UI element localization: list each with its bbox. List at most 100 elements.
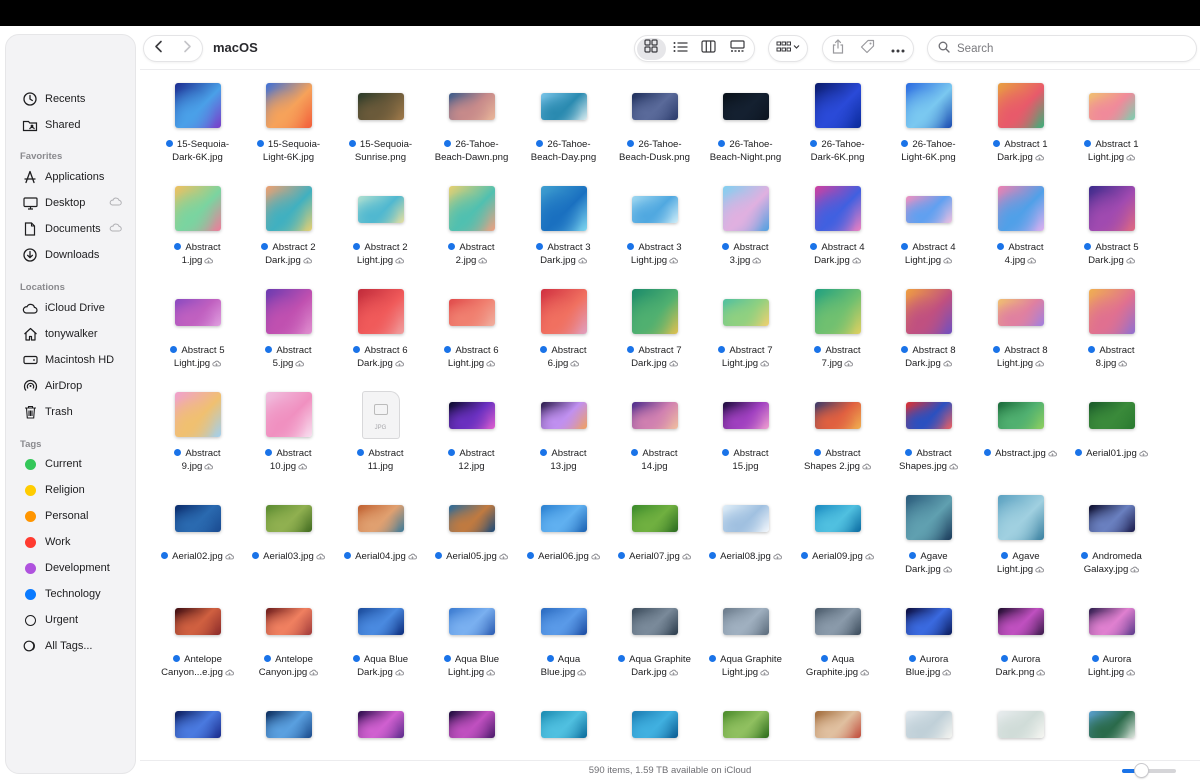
file-item[interactable]: Abstract 1.jpg: [152, 181, 243, 284]
sidebar-item-shared[interactable]: Shared: [22, 115, 136, 135]
file-item[interactable]: Andromeda Galaxy.jpg: [1066, 490, 1157, 593]
file-item[interactable]: [792, 696, 883, 758]
file-item[interactable]: Aurora Blue.jpg: [883, 593, 974, 696]
sidebar-item-desktop[interactable]: Desktop: [22, 193, 136, 213]
file-item[interactable]: 26-Tahoe- Beach-Day.png: [518, 78, 609, 181]
file-item[interactable]: Abstract 14.jpg: [609, 387, 700, 490]
back-button[interactable]: [144, 35, 173, 62]
file-item[interactable]: Aerial01.jpg: [1066, 387, 1157, 490]
search-field[interactable]: [927, 35, 1197, 62]
file-item[interactable]: Aerial05.jpg: [426, 490, 517, 593]
file-item[interactable]: Abstract 3.jpg: [700, 181, 791, 284]
tag-current[interactable]: Current: [22, 454, 136, 474]
file-item[interactable]: Abstract 2 Light.jpg: [335, 181, 426, 284]
file-item[interactable]: 26-Tahoe- Light-6K.png: [883, 78, 974, 181]
sidebar-item-downloads[interactable]: Downloads: [22, 245, 136, 265]
file-item[interactable]: Aerial09.jpg: [792, 490, 883, 593]
group-by-button[interactable]: [768, 35, 808, 62]
sidebar-item-icloud-drive[interactable]: iCloud Drive: [22, 298, 136, 318]
icon-view-button[interactable]: [637, 37, 666, 60]
list-view-button[interactable]: [666, 38, 695, 60]
share-button[interactable]: [832, 38, 844, 59]
file-item[interactable]: Aurora Light.jpg: [1066, 593, 1157, 696]
file-item[interactable]: Abstract Shapes.jpg: [883, 387, 974, 490]
file-item[interactable]: [883, 696, 974, 758]
file-item[interactable]: [518, 696, 609, 758]
file-item[interactable]: [975, 696, 1066, 758]
sidebar-item-applications[interactable]: Applications: [22, 167, 136, 187]
tag-button[interactable]: [860, 39, 875, 59]
sidebar-item-recents[interactable]: Recents: [22, 89, 136, 109]
file-item[interactable]: 26-Tahoe- Beach-Dusk.png: [609, 78, 700, 181]
sidebar-item-macintosh-hd[interactable]: Macintosh HD: [22, 350, 136, 370]
tag-technology[interactable]: Technology: [22, 584, 136, 604]
file-item[interactable]: [700, 696, 791, 758]
sidebar-item-airdrop[interactable]: AirDrop: [22, 376, 136, 396]
sidebar-item-home[interactable]: tonywalker: [22, 324, 136, 344]
file-item[interactable]: 26-Tahoe- Beach-Dawn.png: [426, 78, 517, 181]
file-item[interactable]: [243, 696, 334, 758]
file-item[interactable]: Aqua Blue.jpg: [518, 593, 609, 696]
file-item[interactable]: [609, 696, 700, 758]
tag-personal[interactable]: Personal: [22, 506, 136, 526]
column-view-button[interactable]: [695, 38, 724, 60]
file-item[interactable]: Aurora Dark.png: [975, 593, 1066, 696]
file-item[interactable]: Abstract 3 Light.jpg: [609, 181, 700, 284]
tag-development[interactable]: Development: [22, 558, 136, 578]
file-item[interactable]: Abstract 8 Dark.jpg: [883, 284, 974, 387]
file-item[interactable]: Abstract 1 Dark.jpg: [975, 78, 1066, 181]
file-item[interactable]: Aerial04.jpg: [335, 490, 426, 593]
file-item[interactable]: Abstract 5 Dark.jpg: [1066, 181, 1157, 284]
file-item[interactable]: Aerial07.jpg: [609, 490, 700, 593]
icon-size-slider[interactable]: [1122, 764, 1176, 777]
file-item[interactable]: Abstract 5 Light.jpg: [152, 284, 243, 387]
forward-button[interactable]: [173, 35, 202, 62]
file-item[interactable]: Abstract 6 Dark.jpg: [335, 284, 426, 387]
file-item[interactable]: Agave Dark.jpg: [883, 490, 974, 593]
file-item[interactable]: Abstract 12.jpg: [426, 387, 517, 490]
slider-knob[interactable]: [1134, 764, 1148, 777]
sidebar-item-documents[interactable]: Documents: [22, 219, 136, 239]
file-item[interactable]: Abstract 8.jpg: [1066, 284, 1157, 387]
file-item[interactable]: JPG Abstract 11.jpg: [335, 387, 426, 490]
file-item[interactable]: Antelope Canyon...e.jpg: [152, 593, 243, 696]
file-item[interactable]: Abstract 6.jpg: [518, 284, 609, 387]
file-item[interactable]: 15-Sequoia- Sunrise.png: [335, 78, 426, 181]
file-item[interactable]: 15-Sequoia- Dark-6K.jpg: [152, 78, 243, 181]
file-item[interactable]: Aqua Graphite Light.jpg: [700, 593, 791, 696]
file-item[interactable]: Abstract 7.jpg: [792, 284, 883, 387]
file-item[interactable]: Abstract 13.jpg: [518, 387, 609, 490]
file-item[interactable]: Abstract 15.jpg: [700, 387, 791, 490]
gallery-view-button[interactable]: [723, 38, 752, 60]
file-item[interactable]: Abstract 4 Dark.jpg: [792, 181, 883, 284]
file-item[interactable]: Aerial08.jpg: [700, 490, 791, 593]
file-item[interactable]: [152, 696, 243, 758]
file-item[interactable]: Agave Light.jpg: [975, 490, 1066, 593]
file-item[interactable]: Aerial06.jpg: [518, 490, 609, 593]
file-item[interactable]: Abstract 5.jpg: [243, 284, 334, 387]
file-item[interactable]: [426, 696, 517, 758]
file-item[interactable]: Aqua Blue Light.jpg: [426, 593, 517, 696]
file-item[interactable]: Abstract 3 Dark.jpg: [518, 181, 609, 284]
sidebar-item-trash[interactable]: Trash: [22, 402, 136, 422]
file-item[interactable]: 26-Tahoe- Dark-6K.png: [792, 78, 883, 181]
file-item[interactable]: Abstract 4.jpg: [975, 181, 1066, 284]
file-item[interactable]: Aqua Graphite Dark.jpg: [609, 593, 700, 696]
file-item[interactable]: Abstract 6 Light.jpg: [426, 284, 517, 387]
tag-religion[interactable]: Religion: [22, 480, 136, 500]
file-item[interactable]: Aerial03.jpg: [243, 490, 334, 593]
tag-urgent[interactable]: Urgent: [22, 610, 136, 630]
file-item[interactable]: Abstract Shapes 2.jpg: [792, 387, 883, 490]
search-input[interactable]: [957, 42, 1177, 55]
file-item[interactable]: Aerial02.jpg: [152, 490, 243, 593]
file-item[interactable]: Abstract 7 Dark.jpg: [609, 284, 700, 387]
file-item[interactable]: Abstract 1 Light.jpg: [1066, 78, 1157, 181]
more-button[interactable]: [891, 40, 905, 58]
file-item[interactable]: Aqua Graphite.jpg: [792, 593, 883, 696]
file-item[interactable]: [1066, 696, 1157, 758]
file-item[interactable]: Abstract 8 Light.jpg: [975, 284, 1066, 387]
file-item[interactable]: Abstract.jpg: [975, 387, 1066, 490]
file-item[interactable]: Abstract 2.jpg: [426, 181, 517, 284]
file-item[interactable]: Abstract 4 Light.jpg: [883, 181, 974, 284]
file-item[interactable]: [335, 696, 426, 758]
